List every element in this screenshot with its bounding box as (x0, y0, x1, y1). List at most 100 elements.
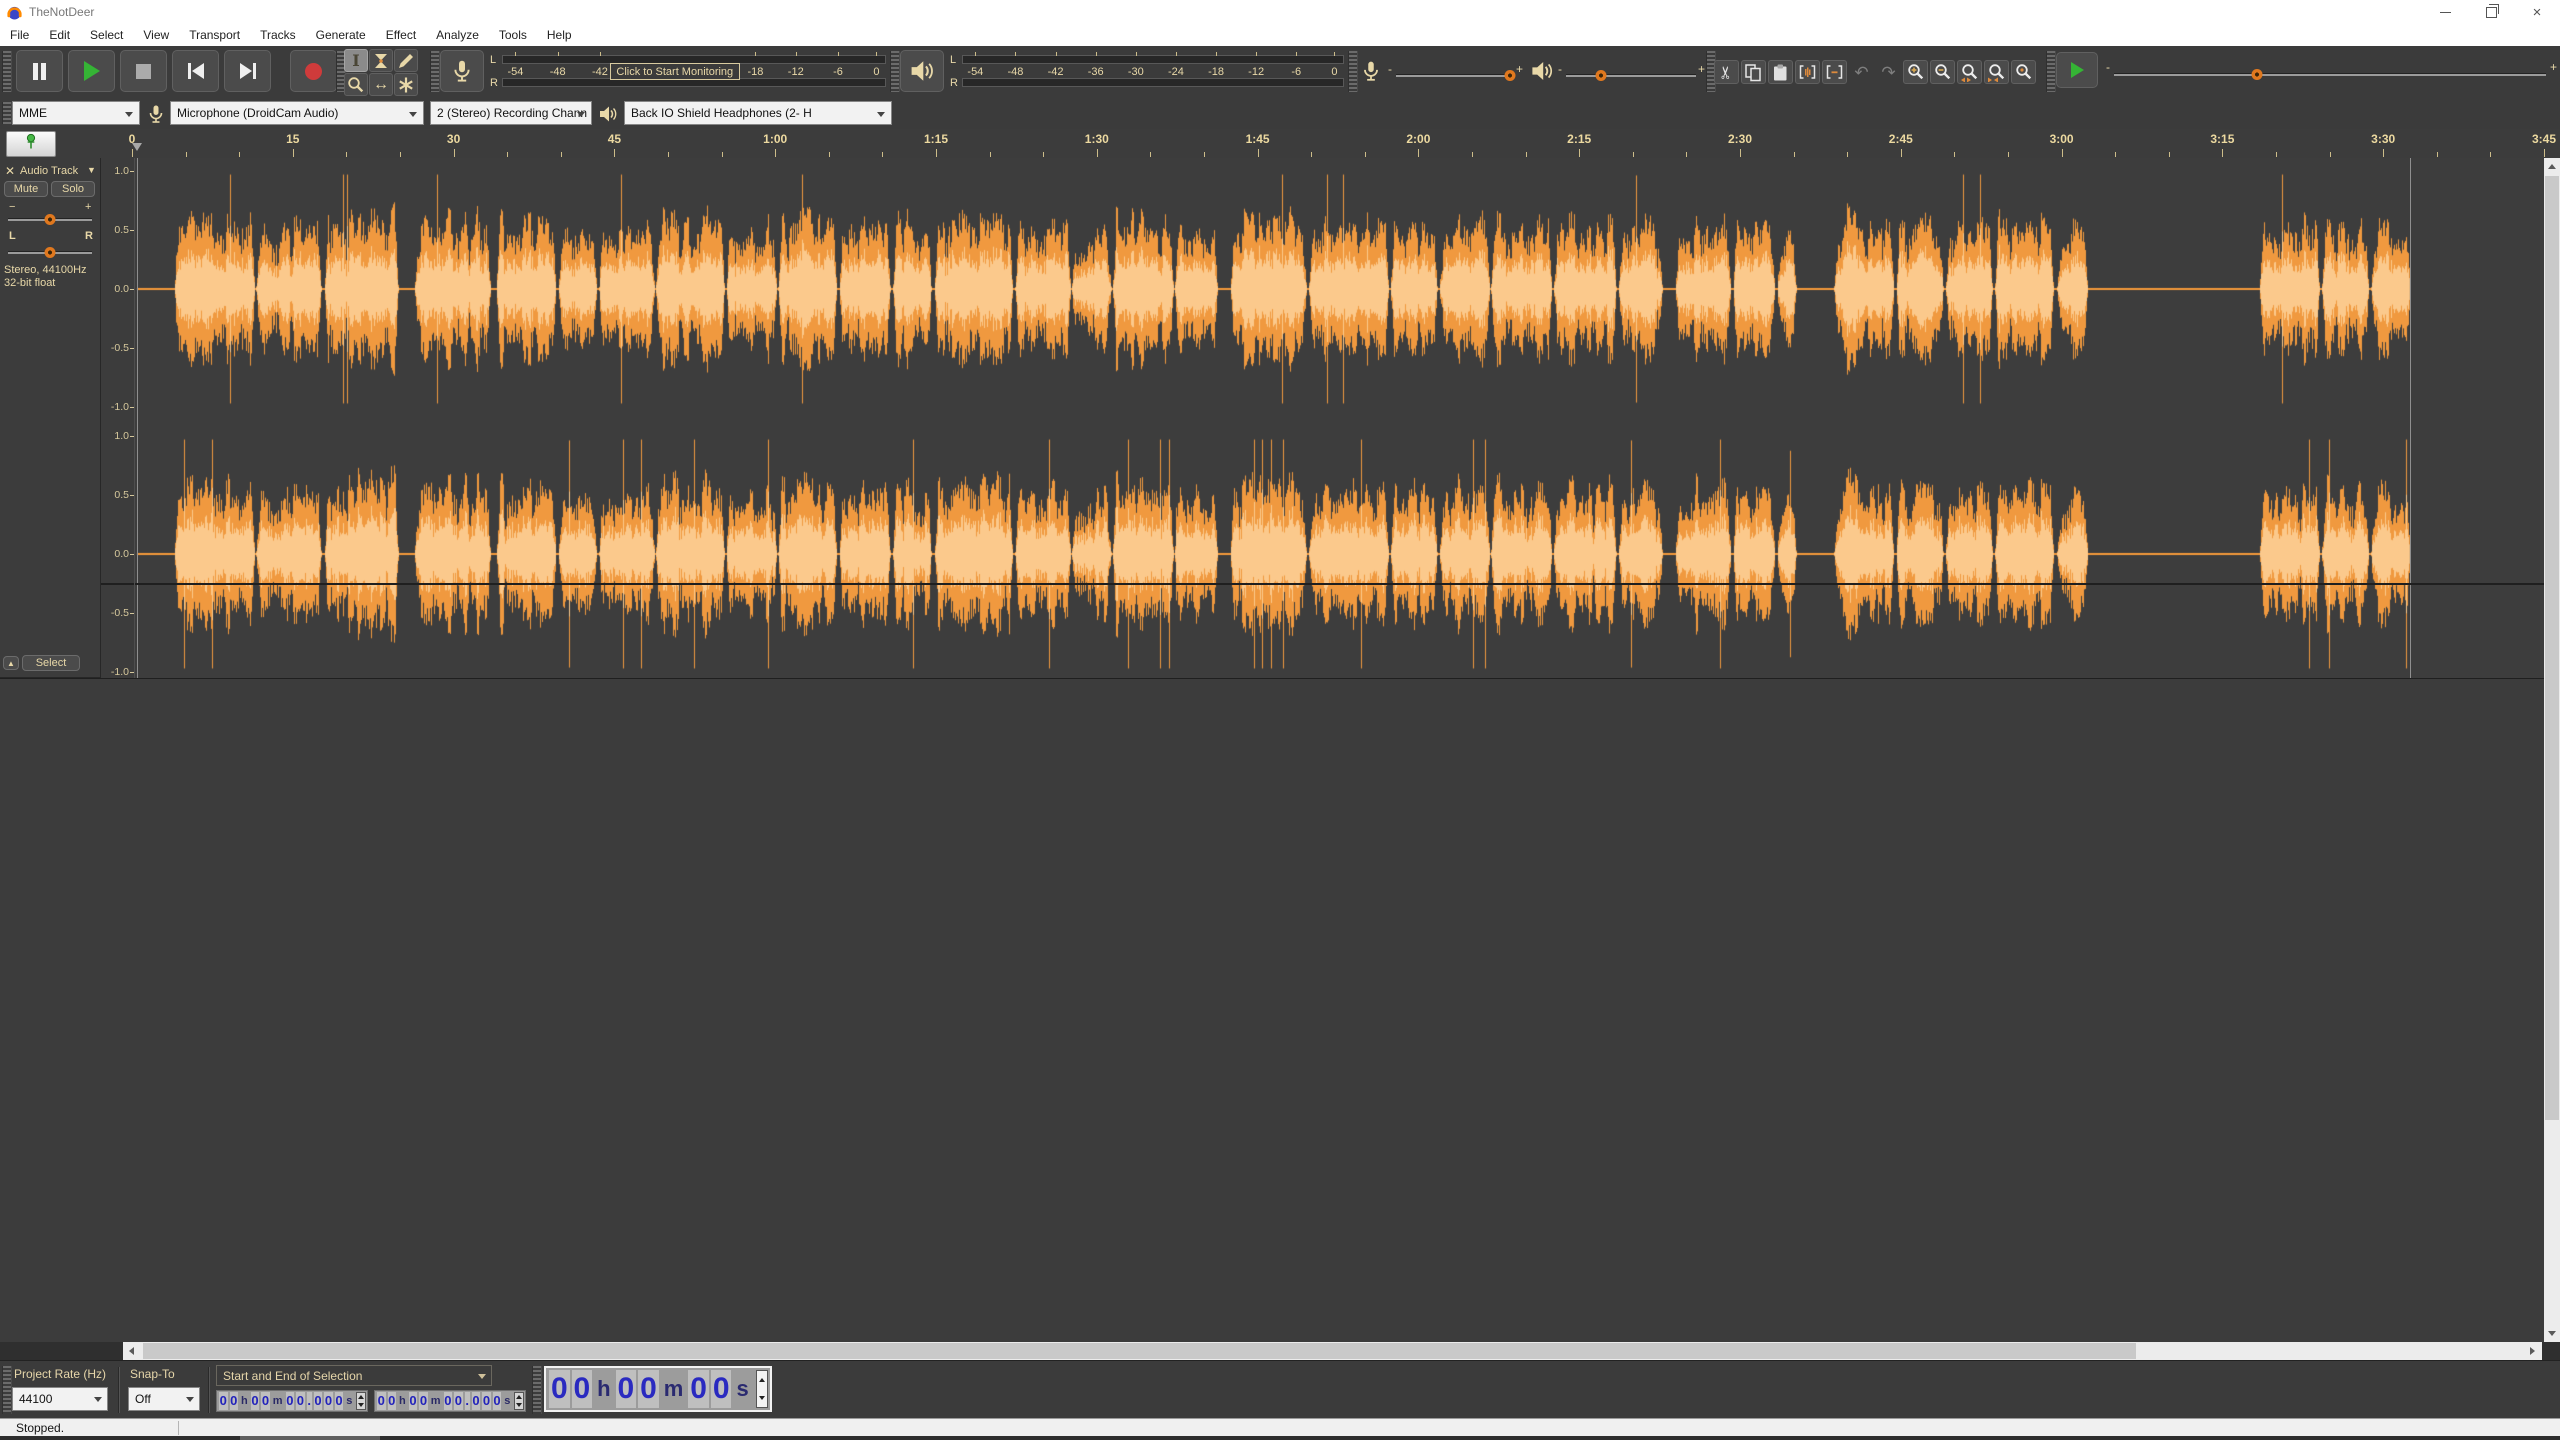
menu-tracks[interactable]: Tracks (250, 24, 306, 46)
timeline-options-button[interactable] (6, 131, 56, 157)
spinner[interactable] (514, 1392, 524, 1410)
spinner[interactable] (356, 1392, 366, 1410)
device-toolbar-grip[interactable] (2, 102, 12, 124)
edit-silence-selection-button[interactable] (1822, 60, 1847, 84)
time-digit[interactable]: m (431, 1395, 441, 1407)
transport-stop-button[interactable] (120, 50, 167, 92)
tool-selection-button[interactable]: I (344, 49, 368, 72)
playback-device-select[interactable]: Back IO Shield Headphones (2- H (624, 101, 892, 125)
edit-zoom-project-button[interactable] (1984, 60, 2009, 84)
vertical-scrollbar-thumb[interactable] (2545, 176, 2559, 1120)
pan-slider-thumb[interactable] (45, 247, 56, 258)
time-digit[interactable]: . (307, 1392, 312, 1410)
time-digit[interactable]: 0 (688, 1370, 709, 1408)
play-speed-thumb[interactable] (2251, 69, 2262, 80)
mute-button[interactable]: Mute (4, 181, 48, 197)
time-digit[interactable]: . (465, 1392, 470, 1410)
selection-end-field[interactable]: 00h00m00.000s (374, 1390, 526, 1412)
time-digit[interactable]: 0 (616, 1370, 637, 1408)
menu-effect[interactable]: Effect (376, 24, 426, 46)
menu-analyze[interactable]: Analyze (426, 24, 489, 46)
monitor-hint[interactable]: Click to Start Monitoring (610, 63, 741, 80)
playback-volume-thumb[interactable] (1596, 70, 1607, 81)
tool-time-shift-button[interactable]: ↔ (369, 73, 393, 96)
selection-mode-select[interactable]: Start and End of Selection (216, 1365, 492, 1386)
solo-button[interactable]: Solo (51, 181, 95, 197)
time-digit[interactable]: h (399, 1395, 406, 1407)
time-digit[interactable]: s (346, 1395, 352, 1407)
recording-meter[interactable]: LR-54-48-42-18-12-60Click to Start Monit… (440, 49, 888, 94)
selection-start-field[interactable]: 00h00m00.000s (216, 1390, 368, 1412)
timeline-ruler[interactable]: 01530451:001:151:301:452:002:152:302:453… (0, 129, 2560, 159)
transport-play-button[interactable] (68, 50, 115, 92)
play-speed-slider[interactable] (2114, 73, 2546, 76)
time-digit[interactable]: h (597, 1376, 610, 1402)
scroll-down-button[interactable] (2544, 1325, 2560, 1342)
time-digit[interactable]: 0 (335, 1392, 344, 1410)
tool-envelope-button[interactable] (369, 49, 393, 72)
record-volume-slider[interactable] (1396, 74, 1514, 77)
edit-paste-button[interactable] (1768, 60, 1793, 84)
spinner[interactable] (756, 1370, 768, 1408)
track-menu-chevron-icon[interactable]: ▼ (87, 165, 96, 175)
menu-edit[interactable]: Edit (39, 24, 80, 46)
time-digit[interactable]: 0 (377, 1392, 386, 1410)
playhead-marker[interactable] (132, 143, 142, 151)
time-digit[interactable]: s (736, 1376, 748, 1402)
scroll-left-button[interactable] (123, 1342, 139, 1360)
track-select-button[interactable]: Select (22, 655, 80, 671)
edit-trim-outside-button[interactable] (1795, 60, 1820, 84)
time-digit[interactable]: 0 (482, 1392, 491, 1410)
time-digit[interactable]: 0 (388, 1392, 397, 1410)
time-digit[interactable]: 0 (572, 1370, 593, 1408)
time-digit[interactable]: h (241, 1395, 248, 1407)
selection-toolbar-grip[interactable] (2, 1366, 12, 1414)
audio-host-select[interactable]: MME (12, 101, 140, 125)
time-digit[interactable]: 0 (219, 1392, 228, 1410)
playback-meter[interactable]: LR-54-48-42-36-30-24-18-12-60 (900, 49, 1346, 94)
time-digit[interactable]: 0 (711, 1370, 732, 1408)
edit-zoom-toggle-button[interactable] (2011, 60, 2036, 84)
tool-draw-button[interactable] (394, 49, 418, 72)
restore-button[interactable] (2468, 0, 2514, 24)
menu-view[interactable]: View (133, 24, 179, 46)
transport-skip-to-start-button[interactable] (172, 50, 219, 92)
audio-position-display[interactable]: 00h00m00s (544, 1366, 772, 1412)
vertical-scrollbar[interactable] (2544, 158, 2560, 1342)
waveform-canvas[interactable] (135, 158, 2543, 678)
edit-zoom-selection-button[interactable] (1957, 60, 1982, 84)
recording-meter-button[interactable] (440, 50, 484, 92)
scroll-up-button[interactable] (2544, 158, 2560, 175)
time-digit[interactable]: 0 (454, 1392, 463, 1410)
tool-zoom-button[interactable] (344, 73, 368, 96)
time-digit[interactable]: m (273, 1395, 283, 1407)
gain-slider[interactable] (8, 218, 92, 221)
time-digit[interactable]: 0 (493, 1392, 502, 1410)
menu-transport[interactable]: Transport (179, 24, 250, 46)
time-digit[interactable]: 0 (230, 1392, 239, 1410)
transport-skip-to-end-button[interactable] (224, 50, 271, 92)
recording-meter-grip[interactable] (430, 51, 440, 92)
playback-meter-button[interactable] (900, 50, 944, 92)
track-title[interactable]: Audio Track (20, 165, 78, 177)
recording-device-select[interactable]: Microphone (DroidCam Audio) (170, 101, 424, 125)
transport-record-button[interactable] (290, 50, 337, 92)
time-digit[interactable]: s (504, 1395, 510, 1407)
time-digit[interactable]: 0 (409, 1392, 418, 1410)
menu-tools[interactable]: Tools (489, 24, 537, 46)
time-digit[interactable]: 0 (314, 1392, 323, 1410)
menu-select[interactable]: Select (80, 24, 133, 46)
project-rate-select[interactable]: 44100 (12, 1387, 108, 1411)
time-digit[interactable]: 0 (472, 1392, 481, 1410)
menu-generate[interactable]: Generate (306, 24, 376, 46)
time-digit[interactable]: 0 (444, 1392, 453, 1410)
pan-slider[interactable] (8, 251, 92, 254)
playback-volume-slider[interactable] (1566, 74, 1696, 77)
horizontal-scrollbar-thumb[interactable] (143, 1343, 2136, 1359)
tool-multi-tool-button[interactable] (394, 73, 418, 96)
time-digit[interactable]: 0 (638, 1370, 659, 1408)
snap-to-select[interactable]: Off (128, 1387, 200, 1411)
gain-slider-thumb[interactable] (45, 214, 56, 225)
edit-zoom-in-button[interactable] (1903, 60, 1928, 84)
menu-file[interactable]: File (0, 24, 39, 46)
